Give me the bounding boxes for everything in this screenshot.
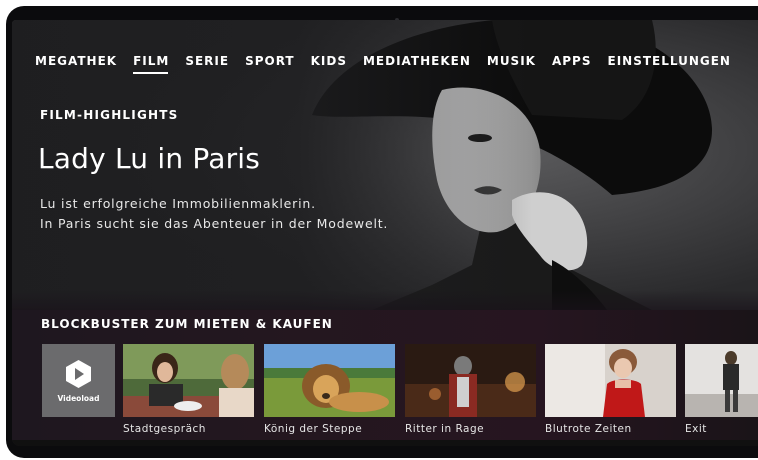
play-icon [66, 360, 91, 388]
videoload-tile[interactable]: Videoload [42, 344, 115, 417]
nav-item-apps[interactable]: APPS [544, 53, 600, 73]
movie-poster [405, 344, 536, 417]
nav-item-sport[interactable]: SPORT [237, 53, 303, 73]
videoload-label: Videoload [57, 394, 100, 403]
movie-title: Blutrote Zeiten [545, 423, 632, 435]
hero-description-line-1: Lu ist erfolgreiche Immobilienmaklerin. [40, 196, 316, 211]
hero-description-line-2: In Paris sucht sie das Abenteuer in der … [40, 216, 389, 231]
movie-poster [123, 344, 254, 417]
movie-title: Ritter in Rage [405, 423, 485, 435]
nav-item-megathek[interactable]: MEGATHEK [27, 53, 125, 73]
row-title: BLOCKBUSTER ZUM MIETEN & KAUFEN [41, 317, 333, 331]
movie-tile-ritter-in-rage[interactable] [405, 344, 536, 417]
nav-item-serie[interactable]: SERIE [177, 53, 237, 73]
hero-description: Lu ist erfolgreiche Immobilienmaklerin. … [40, 194, 388, 234]
movie-title: Exit [685, 423, 707, 435]
hero-eyebrow: FILM-HIGHLIGHTS [40, 108, 179, 122]
movie-title: Stadtgespräch [123, 423, 206, 435]
nav-item-einstellungen[interactable]: EINSTELLUNGEN [600, 53, 739, 73]
movie-tile-exit[interactable] [685, 344, 758, 417]
nav-item-kids[interactable]: KIDS [303, 53, 355, 73]
screen-bottom-edge [12, 440, 758, 446]
movie-poster [264, 344, 395, 417]
movie-tile-koenig-der-steppe[interactable] [264, 344, 395, 417]
movie-title: König der Steppe [264, 423, 363, 435]
tv-screen: MEGATHEK FILM SERIE SPORT KIDS MEDIATHEK… [12, 20, 758, 446]
main-nav: MEGATHEK FILM SERIE SPORT KIDS MEDIATHEK… [27, 53, 739, 74]
movie-poster [545, 344, 676, 417]
nav-item-musik[interactable]: MUSIK [479, 53, 544, 73]
movie-poster [685, 344, 758, 417]
nav-item-mediatheken[interactable]: MEDIATHEKEN [355, 53, 479, 73]
nav-item-film[interactable]: FILM [125, 53, 177, 74]
movie-tile-stadtgespraech[interactable] [123, 344, 254, 417]
movie-tile-blutrote-zeiten[interactable] [545, 344, 676, 417]
hero-title[interactable]: Lady Lu in Paris [38, 142, 260, 175]
